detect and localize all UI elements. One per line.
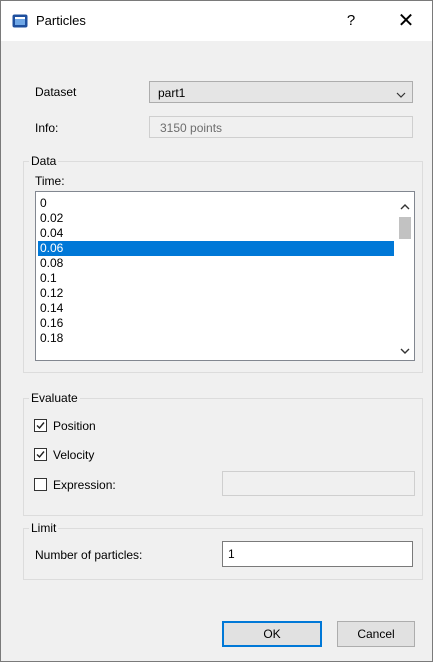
chevron-down-icon[interactable]	[400, 344, 410, 354]
particles-dialog: Particles ? ✕ Dataset part1 Info: 3150 p…	[0, 0, 433, 662]
time-label: Time:	[35, 174, 65, 188]
dataset-label: Dataset	[35, 85, 77, 99]
time-listbox[interactable]: 0 0.02 0.04 0.06 0.08 0.1 0.12 0.14 0.16…	[35, 191, 415, 361]
close-button[interactable]: ✕	[386, 4, 426, 38]
title-bar: Particles ? ✕	[1, 1, 432, 41]
app-window-icon	[12, 13, 28, 29]
ok-button[interactable]: OK	[222, 621, 322, 647]
velocity-checkbox[interactable]	[34, 448, 47, 461]
list-item[interactable]: 0.18	[38, 331, 394, 346]
expression-checkbox[interactable]	[34, 478, 47, 491]
list-item-selected[interactable]: 0.06	[38, 241, 394, 256]
cancel-button[interactable]: Cancel	[337, 621, 415, 647]
list-item[interactable]: 0.02	[38, 211, 394, 226]
chevron-down-icon	[396, 88, 406, 98]
position-checkbox[interactable]	[34, 419, 47, 432]
list-item[interactable]: 0.12	[38, 286, 394, 301]
window-title: Particles	[36, 13, 86, 28]
data-group-title: Data	[29, 154, 59, 168]
limit-group-title: Limit	[29, 521, 59, 535]
expression-label: Expression:	[53, 478, 116, 492]
particles-count-value: 1	[228, 547, 235, 561]
expression-input[interactable]	[222, 471, 415, 496]
list-scrollbar[interactable]	[396, 192, 414, 360]
help-button[interactable]: ?	[331, 4, 371, 38]
velocity-label: Velocity	[53, 448, 95, 462]
info-value: 3150 points	[160, 121, 223, 135]
particles-count-input[interactable]: 1	[222, 541, 413, 567]
list-item[interactable]: 0.14	[38, 301, 394, 316]
particles-label: Number of particles:	[35, 548, 143, 562]
list-item[interactable]: 0.08	[38, 256, 394, 271]
list-item[interactable]: 0	[38, 196, 394, 211]
evaluate-group-title: Evaluate	[29, 391, 80, 405]
scrollbar-thumb[interactable]	[399, 217, 411, 239]
position-label: Position	[53, 419, 96, 433]
info-field: 3150 points	[149, 116, 413, 138]
chevron-up-icon[interactable]	[400, 200, 410, 210]
list-item[interactable]: 0.04	[38, 226, 394, 241]
info-label: Info:	[35, 121, 59, 135]
list-item[interactable]: 0.1	[38, 271, 394, 286]
dataset-select[interactable]: part1	[149, 81, 413, 103]
list-item[interactable]: 0.16	[38, 316, 394, 331]
dataset-value: part1	[158, 86, 186, 100]
